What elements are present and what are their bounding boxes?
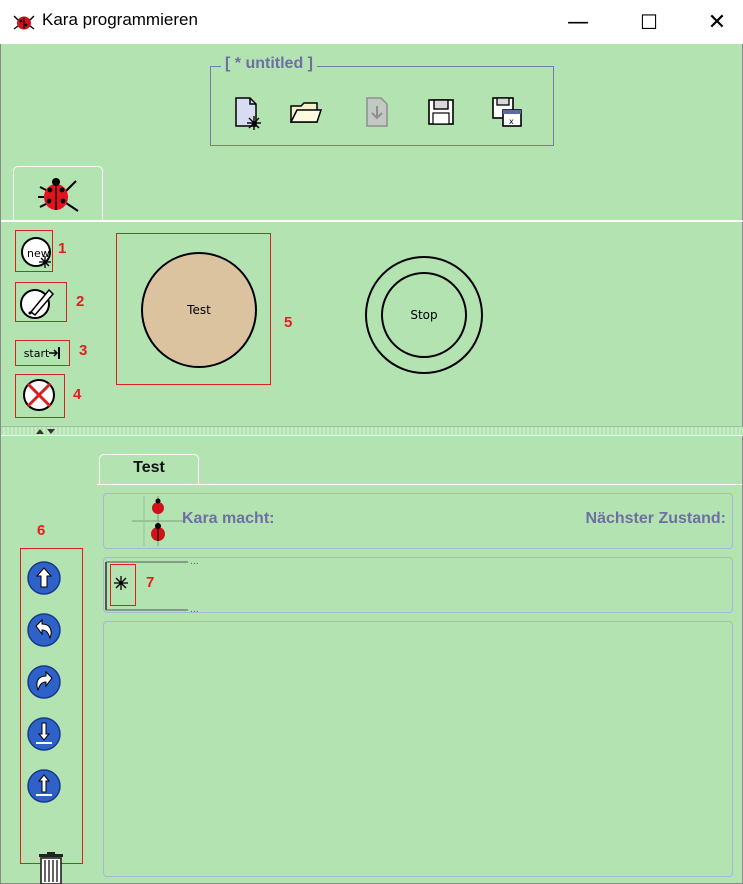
annotation-number-1: 1 <box>58 240 67 257</box>
splitter-arrows-icon <box>36 429 55 434</box>
rules-panel: Test 6 Kara macht: Nächster Zustand: ...… <box>1 436 743 884</box>
panel-splitter[interactable] <box>1 427 743 436</box>
turn-right-icon[interactable] <box>26 664 62 700</box>
save-as-icon[interactable]: x <box>487 92 527 132</box>
ladybug-icon <box>38 178 79 212</box>
put-leaf-icon[interactable] <box>26 716 62 752</box>
start-state-button[interactable]: start <box>15 340 70 366</box>
annotation-number-2: 2 <box>76 293 85 310</box>
kara-app-icon <box>13 15 35 30</box>
kara-macht-label: Kara macht: <box>182 510 275 527</box>
open-folder-icon[interactable] <box>285 92 325 132</box>
save-icon[interactable] <box>421 92 461 132</box>
trash-icon[interactable] <box>33 852 69 884</box>
new-file-icon[interactable] <box>226 92 266 132</box>
annotation-box-7 <box>110 564 136 606</box>
annotation-number-4: 4 <box>73 386 82 403</box>
annotation-number-7: 7 <box>146 574 155 591</box>
annotation-number-6: 6 <box>37 522 46 539</box>
tab-kara[interactable] <box>13 166 103 220</box>
turn-left-icon[interactable] <box>26 612 62 648</box>
state-diagram-panel: new 1 2 start 3 4 5 Test Stop <box>1 220 743 427</box>
svg-text:...: ... <box>190 605 199 614</box>
annotation-box-4 <box>15 374 65 418</box>
kara-program-window: [ * untitled ] x new 1 2 start 3 4 5 Tes… <box>0 44 743 884</box>
rule-header: Kara macht: Nächster Zustand: <box>103 493 733 549</box>
title-bar: Kara programmieren — ☐ ✕ <box>0 0 743 44</box>
start-state-label: start <box>23 346 50 360</box>
annotation-number-5: 5 <box>284 314 293 331</box>
move-forward-icon[interactable] <box>26 560 62 596</box>
rule-table: Kara macht: Nächster Zustand: ... ... 7 <box>97 484 742 882</box>
annotation-number-3: 3 <box>79 342 88 359</box>
close-button[interactable]: ✕ <box>692 0 742 44</box>
state-test-label: Test <box>186 303 211 317</box>
rule-row[interactable]: ... ... 7 <box>103 557 733 614</box>
annotation-box-1 <box>15 230 53 272</box>
start-arrow-icon <box>49 347 61 359</box>
annotation-box-2 <box>15 282 67 322</box>
import-icon[interactable] <box>357 92 397 132</box>
tab-test[interactable]: Test <box>99 454 199 484</box>
remove-leaf-icon[interactable] <box>26 768 62 804</box>
state-test[interactable]: Test <box>139 250 259 370</box>
file-title: [ * untitled ] <box>221 55 317 73</box>
state-stop-label: Stop <box>410 308 437 322</box>
rule-drop-area[interactable] <box>103 621 733 877</box>
sensor-ladybug-icon <box>132 496 184 546</box>
maximize-button[interactable]: ☐ <box>624 0 674 44</box>
naechster-zustand-label: Nächster Zustand: <box>585 510 726 527</box>
minimize-button[interactable]: — <box>553 0 603 44</box>
svg-text:...: ... <box>190 558 199 567</box>
window-title: Kara programmieren <box>42 10 198 29</box>
svg-text:x: x <box>509 117 514 126</box>
state-stop[interactable]: Stop <box>363 254 485 376</box>
